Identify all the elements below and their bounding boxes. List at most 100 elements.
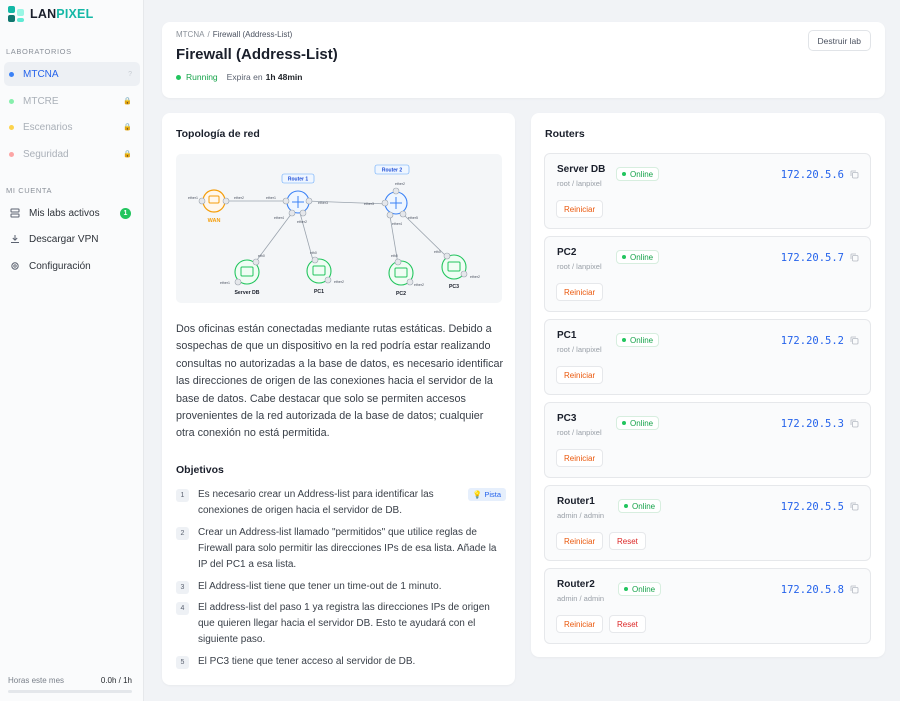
device-credentials: root / lanpixel: [557, 345, 602, 354]
status-dot: [9, 124, 14, 130]
restart-button[interactable]: Reiniciar: [556, 615, 604, 633]
status-dot: [9, 71, 14, 77]
online-badge: Online: [618, 499, 662, 513]
restart-button[interactable]: Reiniciar: [556, 532, 604, 550]
hours-usage: Horas este mes 0.0h / 1h: [8, 676, 132, 685]
svg-text:ether4: ether4: [274, 216, 284, 220]
sidebar-item-label: MTCRE: [23, 95, 59, 107]
objective-text: El Address-list tiene que tener un time-…: [198, 581, 442, 592]
wan-label: WAN: [208, 218, 221, 224]
copy-icon[interactable]: [850, 585, 859, 594]
copy-icon[interactable]: [850, 253, 859, 262]
online-badge: Online: [616, 167, 660, 181]
router-1-label: Router 1: [288, 177, 309, 183]
sidebar-item-mtcre[interactable]: MTCRE 🔒: [4, 89, 140, 113]
routers-card: Routers Server DB root / lanpixel Online…: [531, 113, 885, 657]
svg-text:ether1: ether1: [220, 281, 230, 285]
svg-text:eth0: eth0: [258, 254, 265, 258]
pc1-label: PC1: [314, 289, 324, 295]
restart-button[interactable]: Reiniciar: [556, 283, 604, 301]
device-name: Router2: [557, 579, 595, 590]
sidebar-item-label: Mis labs activos: [29, 207, 100, 219]
svg-text:ether2: ether2: [470, 275, 480, 279]
restart-button[interactable]: Reiniciar: [556, 366, 604, 384]
device-credentials: root / lanpixel: [557, 179, 602, 188]
pc2-label: PC2: [396, 291, 406, 297]
copy-icon[interactable]: [850, 336, 859, 345]
svg-text:ether2: ether2: [414, 283, 424, 287]
lab-header: MTCNA / Firewall (Address-List) Firewall (…: [162, 22, 885, 98]
sidebar-item-label: Descargar VPN: [29, 233, 99, 245]
device-ip[interactable]: 172.20.5.7: [781, 252, 844, 264]
device-ip[interactable]: 172.20.5.3: [781, 418, 844, 430]
labs-section-label: LABORATORIOS: [6, 47, 72, 56]
routers-title: Routers: [545, 128, 585, 140]
device-ip[interactable]: 172.20.5.5: [781, 501, 844, 513]
gear-icon: [9, 261, 20, 272]
svg-text:eth0: eth0: [310, 251, 317, 255]
page-title: Firewall (Address-List): [176, 46, 338, 63]
lock-icon: 🔒: [123, 151, 132, 158]
sidebar-item-seguridad[interactable]: Seguridad 🔒: [4, 142, 140, 166]
reset-button[interactable]: Reset: [609, 532, 646, 550]
hint-button[interactable]: 💡 Pista: [467, 488, 506, 501]
pc3-node: eth0 ether2 PC3: [434, 250, 480, 290]
objective-number: 1: [176, 489, 189, 502]
copy-icon[interactable]: [850, 170, 859, 179]
svg-text:ether4: ether4: [392, 222, 402, 226]
reset-button[interactable]: Reset: [609, 615, 646, 633]
status-dot: [9, 98, 14, 104]
sidebar-item-escenarios[interactable]: Escenarios 🔒: [4, 115, 140, 139]
hours-progress-bar: [8, 690, 132, 693]
restart-button[interactable]: Reiniciar: [556, 200, 604, 218]
online-badge: Online: [616, 416, 660, 430]
server-db-label: Server DB: [234, 290, 259, 296]
pc2-node: eth0 ether2 PC2: [388, 254, 424, 297]
sidebar-item-descargar-vpn[interactable]: Descargar VPN: [4, 227, 140, 251]
status-dot: [9, 151, 14, 157]
topology-title: Topología de red: [176, 128, 260, 140]
objectives-title: Objetivos: [176, 464, 224, 476]
device-credentials: admin / admin: [557, 511, 605, 520]
objective-item: 5 El PC3 tiene que tener acceso al servi…: [176, 654, 506, 670]
objective-item: 3 El Address-list tiene que tener un tim…: [176, 579, 506, 595]
device-ip[interactable]: 172.20.5.6: [781, 169, 844, 181]
device-name: Router1: [557, 496, 595, 507]
restart-button[interactable]: Reiniciar: [556, 449, 604, 467]
svg-text:ether2: ether2: [395, 182, 405, 186]
device-card-pc1: PC1 root / lanpixel Online 172.20.5.2 Re…: [544, 319, 871, 395]
breadcrumb: MTCNA / Firewall (Address-List): [176, 30, 292, 39]
sidebar-item-configuracion[interactable]: Configuración: [4, 254, 140, 278]
sidebar-item-label: MTCNA: [23, 68, 59, 80]
copy-icon[interactable]: [850, 419, 859, 428]
device-ip[interactable]: 172.20.5.2: [781, 335, 844, 347]
objective-number: 3: [176, 581, 189, 594]
lab-details-card: Topología de red WAN ether1 ether2 Route…: [162, 113, 515, 685]
breadcrumb-current: Firewall (Address-List): [212, 30, 293, 39]
device-name: Server DB: [557, 164, 606, 175]
device-card-router2: Router2 admin / admin Online 172.20.5.8 …: [544, 568, 871, 644]
lab-description: Dos oficinas están conectadas mediante r…: [176, 323, 504, 440]
logo[interactable]: LANPIXEL: [8, 6, 93, 22]
online-badge: Online: [616, 333, 660, 347]
breadcrumb-root[interactable]: MTCNA: [176, 30, 204, 39]
device-name: PC3: [557, 413, 577, 424]
lab-status: Running Expira en 1h 48min: [176, 72, 302, 82]
sidebar-item-mtcna[interactable]: MTCNA ?: [4, 62, 140, 86]
sidebar: LANPIXEL LABORATORIOS MTCNA ? MTCRE 🔒 Es…: [0, 0, 144, 701]
device-name: PC2: [557, 247, 577, 258]
svg-text:ether5: ether5: [408, 216, 418, 220]
device-credentials: admin / admin: [557, 594, 605, 603]
device-ip[interactable]: 172.20.5.8: [781, 584, 844, 596]
sidebar-item-mis-labs[interactable]: Mis labs activos 1: [4, 201, 140, 225]
copy-icon[interactable]: [850, 502, 859, 511]
status-text: Running: [186, 72, 218, 82]
online-badge: Online: [618, 582, 662, 596]
hours-label: Horas este mes: [8, 676, 65, 685]
online-badge: Online: [616, 250, 660, 264]
device-credentials: root / lanpixel: [557, 262, 602, 271]
router-1-node: Router 1 ether1 ether3 ether4 ether2: [266, 173, 328, 224]
destroy-lab-button[interactable]: Destruir lab: [807, 30, 871, 51]
lock-icon: 🔒: [123, 124, 132, 131]
sidebar-item-label: Escenarios: [23, 121, 73, 133]
